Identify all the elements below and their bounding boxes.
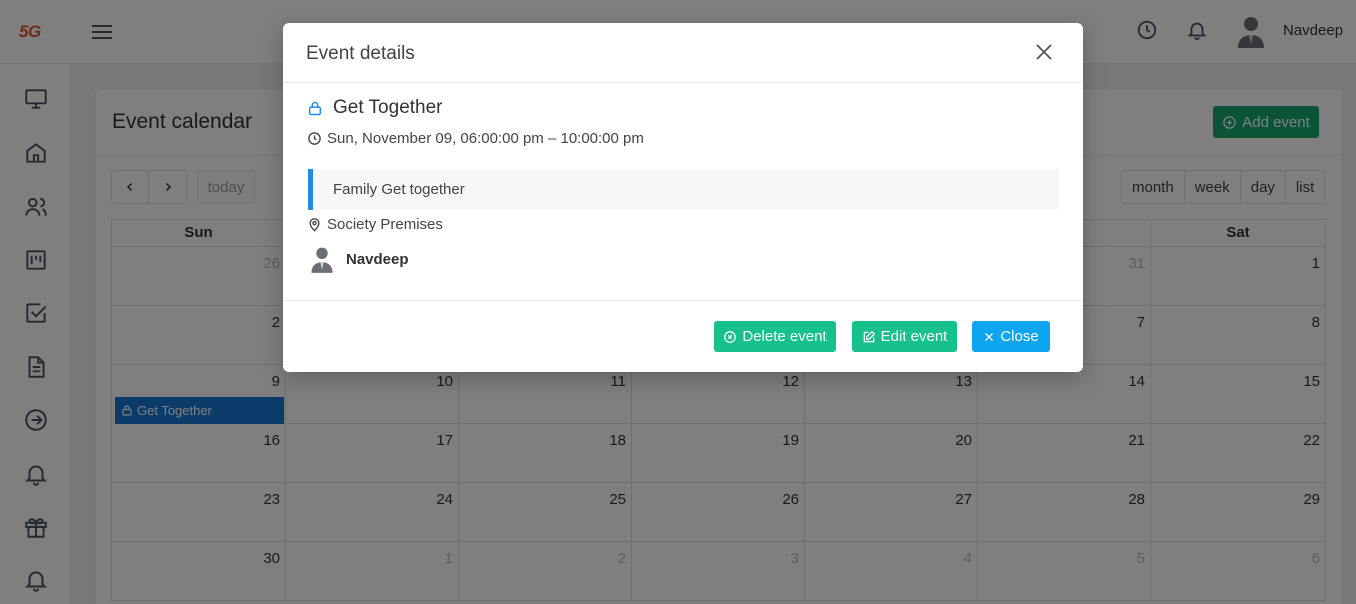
delete-event-label: Delete event (742, 328, 827, 345)
event-organizer-row: Navdeep (309, 244, 409, 274)
event-organizer: Navdeep (346, 250, 409, 268)
edit-event-label: Edit event (880, 328, 948, 345)
close-icon[interactable] (1035, 43, 1053, 61)
clock-icon (308, 132, 321, 145)
edit-event-button[interactable]: Edit event (852, 321, 957, 352)
organizer-avatar (311, 247, 333, 273)
close-label: Close (1000, 328, 1039, 345)
delete-event-button[interactable]: Delete event (714, 321, 836, 352)
modal-title: Event details (306, 43, 415, 64)
event-description: Family Get together (308, 169, 1059, 210)
event-title-row: Get Together (307, 97, 443, 119)
modal-footer: Delete event Edit event Close (283, 301, 1083, 371)
modal-body: Get Together Sun, November 09, 06:00:00 … (283, 83, 1083, 301)
x-circle-icon (724, 330, 737, 343)
event-title: Get Together (333, 97, 443, 118)
event-location: Society Premises (327, 216, 443, 233)
close-button[interactable]: Close (972, 321, 1050, 352)
map-pin-icon (309, 217, 320, 232)
event-location-row: Society Premises (307, 216, 443, 233)
modal-header: Event details (283, 23, 1083, 83)
event-details-modal: Event details Get Together Sun, November… (283, 23, 1083, 372)
event-datetime: Sun, November 09, 06:00:00 pm – 10:00:00… (327, 130, 644, 147)
edit-icon (863, 330, 875, 342)
lock-icon (308, 101, 322, 115)
event-datetime-row: Sun, November 09, 06:00:00 pm – 10:00:00… (307, 130, 644, 147)
x-icon (985, 332, 994, 341)
